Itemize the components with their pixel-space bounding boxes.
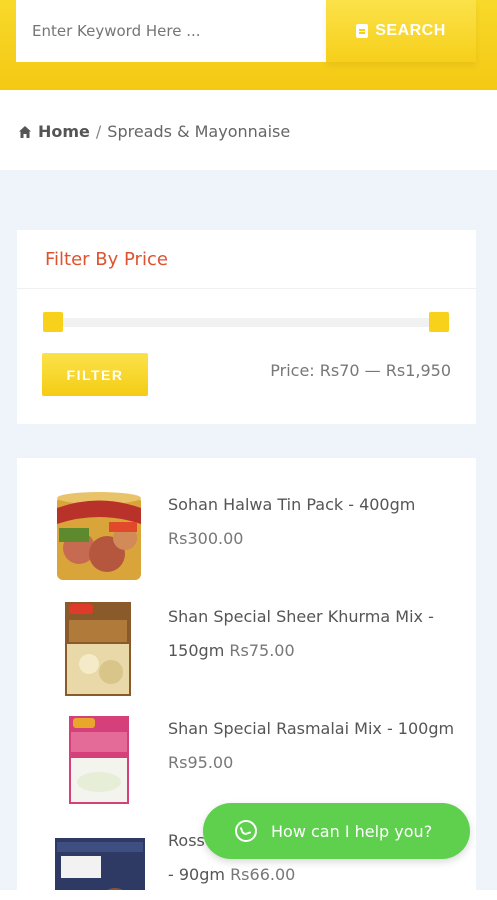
- breadcrumb: Home / Spreads & Mayonnaise: [18, 122, 290, 141]
- product-price: Rs95.00: [168, 753, 234, 772]
- home-icon: [19, 125, 31, 138]
- slider-track: [53, 318, 439, 327]
- filter-button[interactable]: FILTER: [42, 353, 148, 396]
- whatsapp-help-button[interactable]: How can I help you?: [203, 803, 470, 859]
- product-title[interactable]: Shan Special Sheer Khurma Mix - 150gm Rs…: [168, 600, 458, 668]
- price-range-label: Price: Rs70 — Rs1,950: [270, 361, 451, 380]
- search-button[interactable]: SEARCH: [326, 0, 476, 62]
- filter-title: Filter By Price: [17, 230, 476, 289]
- top-bar: SEARCH: [0, 0, 497, 90]
- search-button-label: SEARCH: [375, 22, 446, 39]
- list-item[interactable]: Sohan Halwa Tin Pack - 400gm Rs300.00: [17, 488, 476, 598]
- product-title[interactable]: Sohan Halwa Tin Pack - 400gm Rs300.00: [168, 488, 458, 556]
- breadcrumb-home-link[interactable]: Home: [38, 122, 90, 141]
- price-range-slider[interactable]: [43, 312, 449, 332]
- breadcrumb-bar: Home / Spreads & Mayonnaise: [0, 90, 497, 170]
- breadcrumb-separator: /: [95, 122, 102, 141]
- document-icon: [356, 24, 369, 38]
- product-title[interactable]: Shan Special Rasmalai Mix - 100gm Rs95.0…: [168, 712, 458, 780]
- whatsapp-help-label: How can I help you?: [271, 821, 433, 841]
- breadcrumb-current: Spreads & Mayonnaise: [107, 122, 291, 141]
- product-image-rasmalai[interactable]: [51, 714, 147, 810]
- product-price: Rs75.00: [229, 641, 295, 660]
- search-input[interactable]: [16, 0, 326, 62]
- product-image-sheer-khurma[interactable]: [51, 600, 147, 696]
- list-item[interactable]: Shan Special Sheer Khurma Mix - 150gm Rs…: [17, 600, 476, 710]
- bottom-strip: [0, 890, 497, 900]
- product-price: Rs300.00: [168, 529, 244, 548]
- whatsapp-icon: [235, 820, 257, 842]
- slider-max-handle[interactable]: [429, 312, 449, 332]
- product-image-sohan-halwa[interactable]: [51, 488, 147, 584]
- price-filter-widget: Filter By Price FILTER Price: Rs70 — Rs1…: [17, 230, 476, 424]
- slider-min-handle[interactable]: [43, 312, 63, 332]
- product-price: Rs66.00: [230, 865, 296, 884]
